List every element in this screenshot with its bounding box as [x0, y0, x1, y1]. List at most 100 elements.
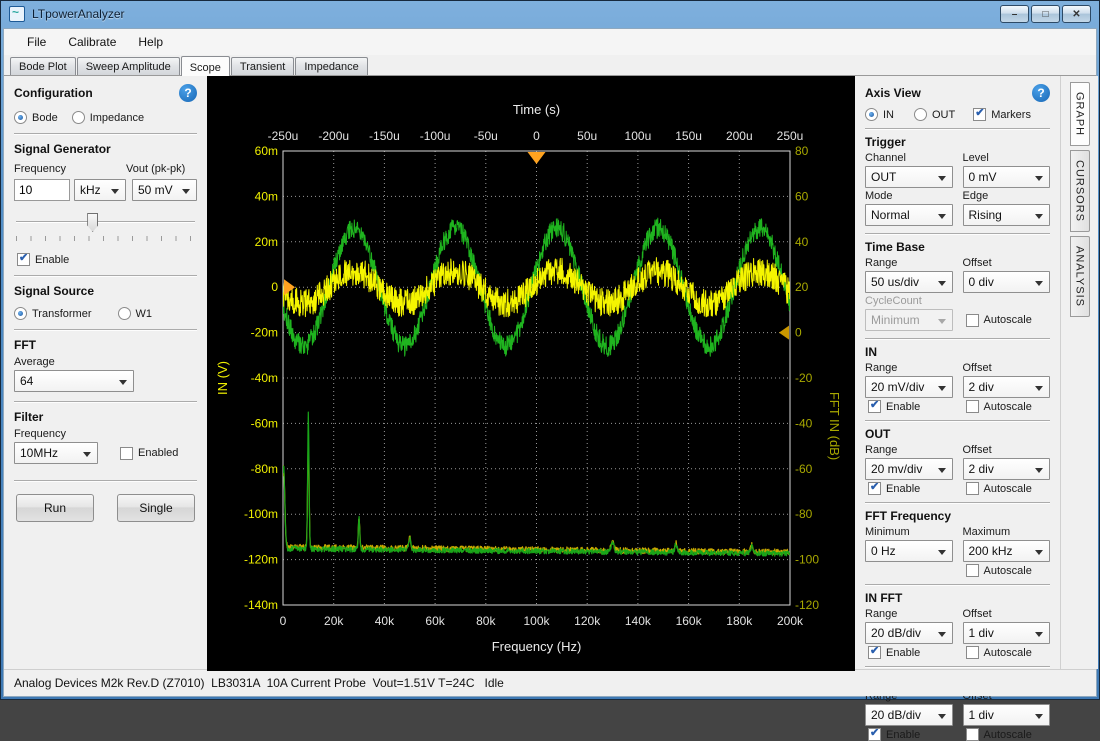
- divider: [865, 584, 1050, 586]
- filter-enabled-checkbox[interactable]: [120, 447, 133, 460]
- fft-min-select[interactable]: 0 Hz: [865, 540, 953, 562]
- fft-tick-label: 80: [795, 144, 809, 158]
- divider: [865, 666, 1050, 668]
- timebase-range-label: Range: [865, 257, 953, 269]
- w1-radio[interactable]: [118, 307, 131, 320]
- axis-view-header: Axis View: [865, 86, 921, 100]
- out-enable-checkbox[interactable]: [868, 482, 881, 495]
- trigger-channel-select[interactable]: OUT: [865, 166, 953, 188]
- axis-in-radio[interactable]: [865, 108, 878, 121]
- trigger-mode-select[interactable]: Normal: [865, 204, 953, 226]
- slider-track: [16, 221, 195, 223]
- in-range-select[interactable]: 20 mV/div: [865, 376, 953, 398]
- generator-enable-checkbox[interactable]: [17, 253, 30, 266]
- axis-out-radio[interactable]: [914, 108, 927, 121]
- timebase-autoscale-checkbox[interactable]: [966, 314, 979, 327]
- in-offset-select[interactable]: 2 div: [963, 376, 1051, 398]
- help-icon[interactable]: ?: [179, 84, 197, 102]
- in-fft-offset-label: Offset: [963, 608, 1051, 620]
- trigger-edge-select[interactable]: Rising: [963, 204, 1051, 226]
- side-tab-cursors[interactable]: CURSORS: [1070, 150, 1090, 232]
- impedance-radio[interactable]: [72, 111, 85, 124]
- in-tick-label: -60m: [251, 416, 278, 430]
- out-range-select[interactable]: 20 mv/div: [865, 458, 953, 480]
- fft-frequency-autoscale-checkbox[interactable]: [966, 564, 979, 577]
- help-icon[interactable]: ?: [1032, 84, 1050, 102]
- out-autoscale-label: Autoscale: [984, 483, 1032, 495]
- bode-radio[interactable]: [14, 111, 27, 124]
- vout-select[interactable]: 50 mV: [132, 179, 197, 201]
- left-axis-title: IN (V): [215, 361, 230, 395]
- in-enable-checkbox[interactable]: [868, 400, 881, 413]
- title-bar[interactable]: LTpowerAnalyzer – □ ✕: [3, 0, 1097, 28]
- maximize-button[interactable]: □: [1031, 5, 1060, 23]
- frequency-unit-select[interactable]: kHz: [74, 179, 126, 201]
- markers-checkbox[interactable]: [973, 108, 986, 121]
- single-button[interactable]: Single: [117, 494, 195, 522]
- chevron-down-icon: [938, 550, 946, 555]
- out-offset-select[interactable]: 2 div: [963, 458, 1051, 480]
- out-fft-range-select[interactable]: 20 dB/div: [865, 704, 953, 726]
- fft-tick-label: -60: [795, 462, 813, 476]
- time-tick-label: 0: [533, 129, 540, 143]
- fft-max-select[interactable]: 200 kHz: [963, 540, 1051, 562]
- time-tick-label: 50u: [577, 129, 597, 143]
- slider-thumb[interactable]: [87, 213, 98, 232]
- menu-calibrate[interactable]: Calibrate: [57, 31, 127, 53]
- tab-sweep-amplitude[interactable]: Sweep Amplitude: [77, 57, 180, 75]
- run-button[interactable]: Run: [16, 494, 94, 522]
- chevron-down-icon: [938, 214, 946, 219]
- tab-transient[interactable]: Transient: [231, 57, 294, 75]
- in-fft-autoscale-checkbox[interactable]: [966, 646, 979, 659]
- frequency-slider[interactable]: [14, 213, 197, 233]
- in-header: IN: [865, 345, 1050, 359]
- menu-help[interactable]: Help: [127, 31, 174, 53]
- chevron-down-icon: [938, 468, 946, 473]
- transformer-radio[interactable]: [14, 307, 27, 320]
- chevron-down-icon: [1035, 714, 1043, 719]
- fft-average-select[interactable]: 64: [14, 370, 134, 392]
- out-fft-offset-select[interactable]: 1 div: [963, 704, 1051, 726]
- timebase-autoscale-label: Autoscale: [984, 314, 1032, 326]
- in-fft-range-select[interactable]: 20 dB/div: [865, 622, 953, 644]
- status-bar: Analog Devices M2k Rev.D (Z7010) LB3031A…: [4, 669, 1096, 696]
- filter-frequency-select[interactable]: 10MHz: [14, 442, 98, 464]
- out-fft-enable-checkbox[interactable]: [868, 728, 881, 741]
- filter-frequency-label: Frequency: [14, 428, 197, 440]
- vout-label: Vout (pk-pk): [126, 163, 185, 175]
- timebase-offset-select[interactable]: 0 div: [963, 271, 1051, 293]
- close-button[interactable]: ✕: [1062, 5, 1091, 23]
- chevron-down-icon: [182, 189, 190, 194]
- out-autoscale-checkbox[interactable]: [966, 482, 979, 495]
- out-fft-autoscale-checkbox[interactable]: [966, 728, 979, 741]
- timebase-range-select[interactable]: 50 us/div: [865, 271, 953, 293]
- app-window: LTpowerAnalyzer – □ ✕ File Calibrate Hel…: [0, 0, 1100, 700]
- in-fft-range-label: Range: [865, 608, 953, 620]
- trigger-level-select[interactable]: 0 mV: [963, 166, 1051, 188]
- time-tick-label: 100u: [625, 129, 652, 143]
- signal-generator-header: Signal Generator: [14, 142, 197, 156]
- in-autoscale-label: Autoscale: [984, 401, 1032, 413]
- frequency-input[interactable]: [14, 179, 70, 201]
- slider-ticks: [16, 236, 195, 241]
- menu-file[interactable]: File: [16, 31, 57, 53]
- configuration-header: Configuration: [14, 86, 93, 100]
- time-tick-label: 200u: [726, 129, 753, 143]
- scope-plot-area[interactable]: Time (s)Frequency (Hz)IN (V)FFT IN (dB)-…: [207, 76, 855, 669]
- in-fft-enable-checkbox[interactable]: [868, 646, 881, 659]
- close-icon: ✕: [1072, 9, 1080, 20]
- minimize-button[interactable]: –: [1000, 5, 1029, 23]
- tab-impedance[interactable]: Impedance: [295, 57, 367, 75]
- side-tab-graph[interactable]: GRAPH: [1070, 82, 1090, 146]
- divider: [865, 502, 1050, 504]
- tab-bode-plot[interactable]: Bode Plot: [10, 57, 76, 75]
- tab-scope[interactable]: Scope: [181, 56, 230, 76]
- fft-average-label: Average: [14, 356, 197, 368]
- in-tick-label: -40m: [251, 371, 278, 385]
- time-axis-title: Time (s): [513, 102, 560, 117]
- side-tab-analysis[interactable]: ANALYSIS: [1070, 236, 1090, 317]
- in-fft-offset-select[interactable]: 1 div: [963, 622, 1051, 644]
- frequency-tick-label: 80k: [476, 614, 496, 628]
- trigger-channel-label: Channel: [865, 152, 953, 164]
- in-autoscale-checkbox[interactable]: [966, 400, 979, 413]
